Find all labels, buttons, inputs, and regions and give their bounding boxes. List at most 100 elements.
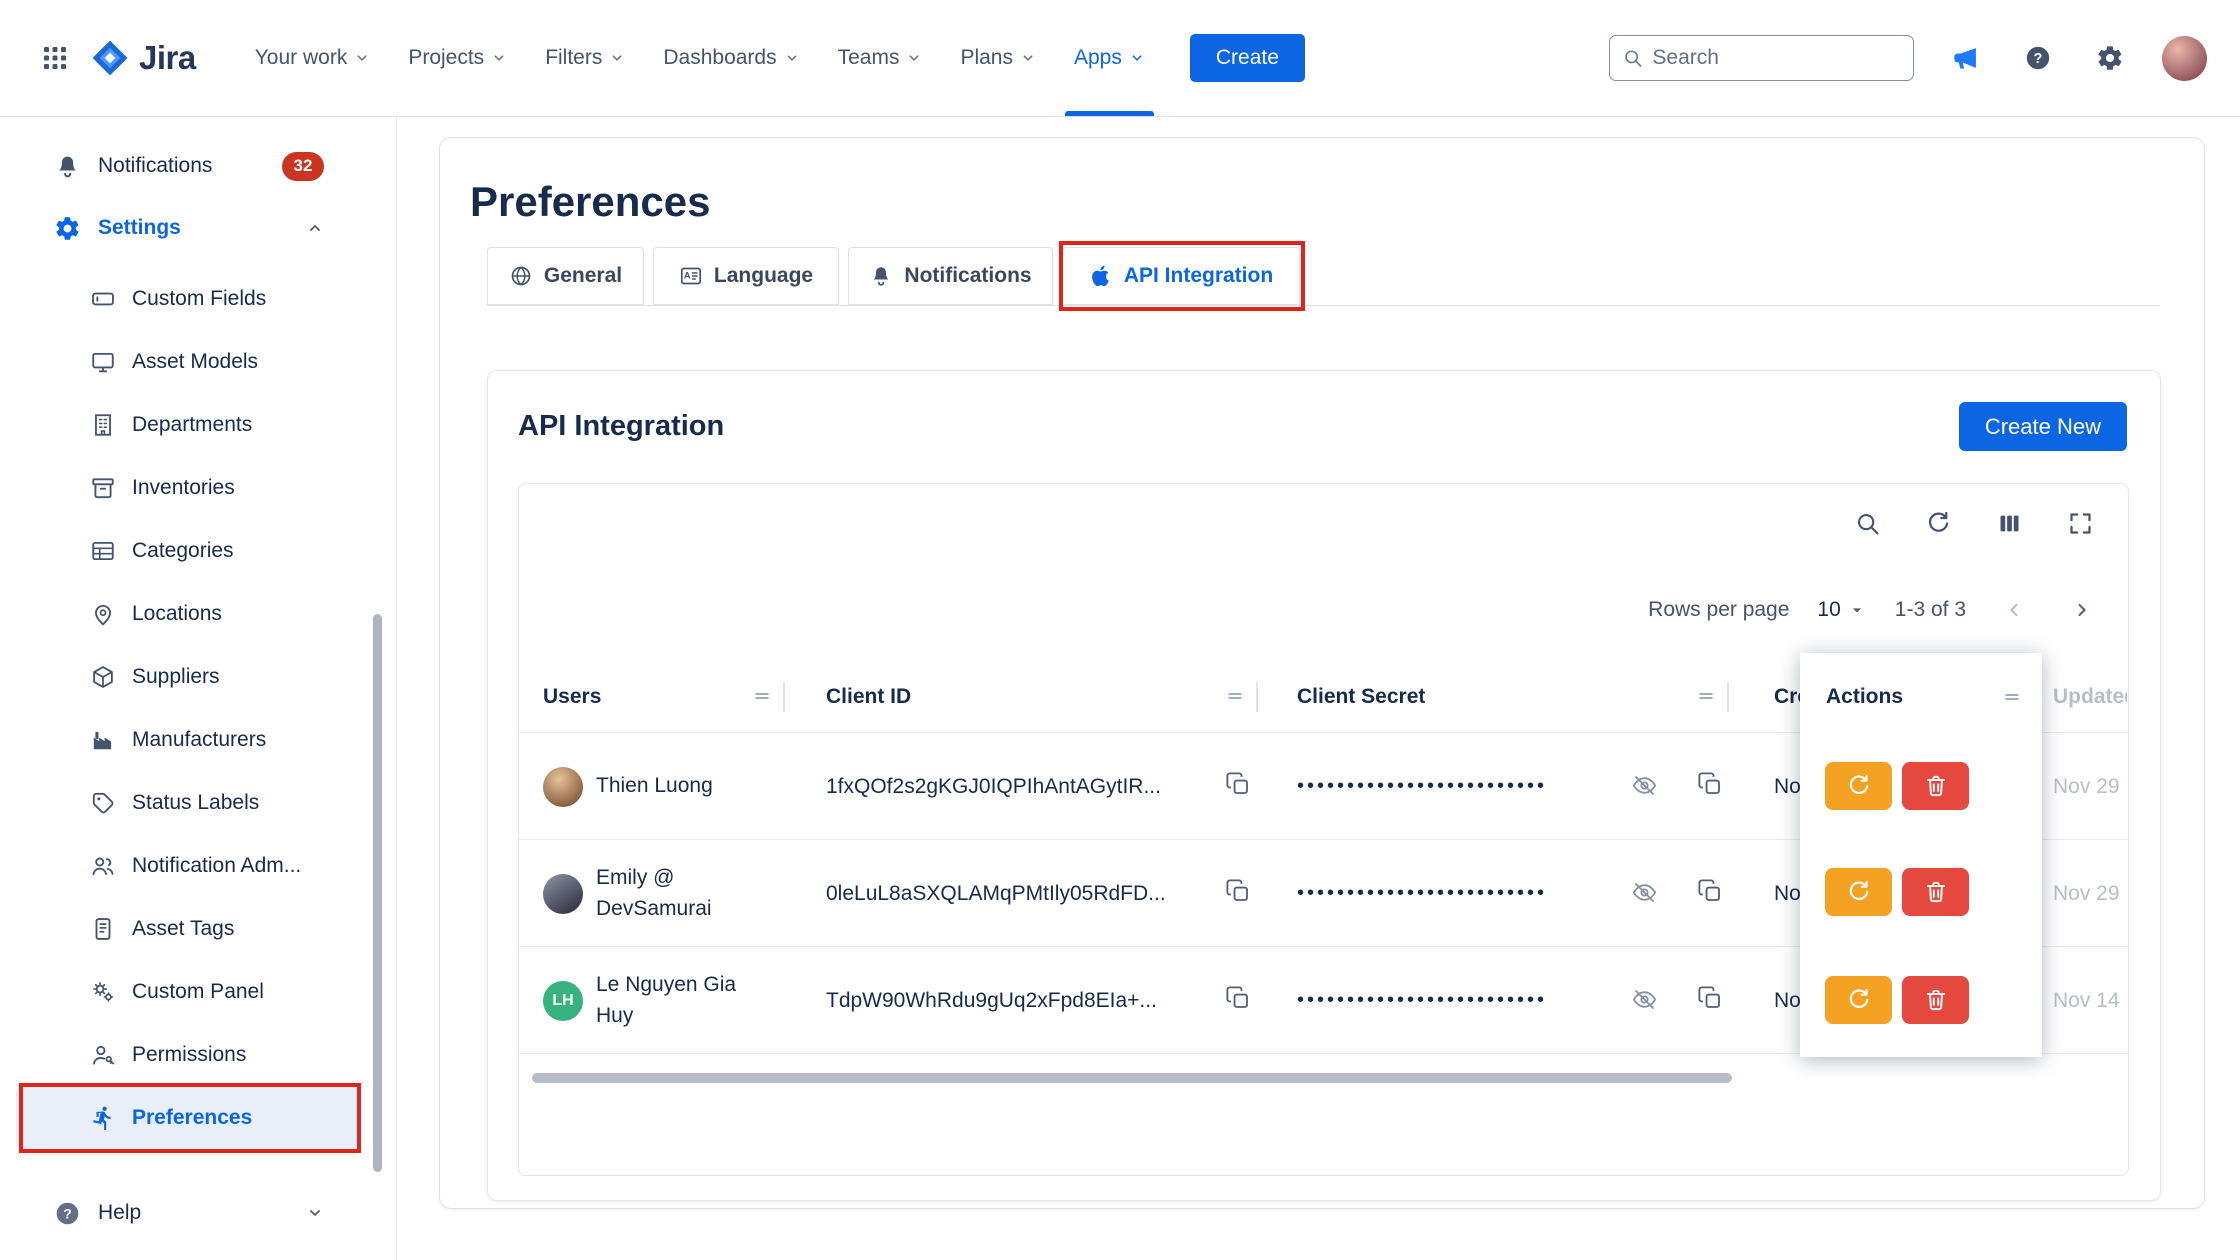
tab-language[interactable]: Language (653, 247, 839, 305)
column-separator[interactable] (1727, 682, 1729, 712)
sidebar-item-asset-models[interactable]: Asset Models (16, 330, 360, 393)
regenerate-token-button[interactable] (1825, 762, 1892, 810)
user-avatar (543, 767, 583, 807)
nav-projects[interactable]: Projects (389, 0, 526, 116)
copy-client-secret-button[interactable] (1697, 878, 1723, 904)
created-cell: Nov (1774, 840, 1802, 947)
sidebar-item-notifications[interactable]: Notifications 32 (0, 135, 396, 197)
column-header-client-id[interactable]: Client ID (826, 660, 911, 733)
sidebar-item-inventories[interactable]: Inventories (16, 456, 360, 519)
chevron-left-icon (2003, 599, 2025, 621)
map-pin-icon (90, 601, 116, 627)
copy-client-secret-button[interactable] (1697, 771, 1723, 797)
row-actions (1825, 976, 1969, 1024)
sidebar-item-status-labels[interactable]: Status Labels (16, 771, 360, 834)
sidebar-item-categories[interactable]: Categories (16, 519, 360, 582)
announcements-button[interactable] (1946, 38, 1986, 78)
delete-token-button[interactable] (1902, 868, 1969, 916)
search-input[interactable] (1652, 46, 1901, 70)
jira-logo[interactable]: Jira (91, 39, 196, 77)
nav-dashboards[interactable]: Dashboards (644, 0, 818, 116)
nav-filters[interactable]: Filters (526, 0, 644, 116)
chevron-down-icon (354, 50, 370, 66)
profile-avatar[interactable] (2162, 36, 2207, 81)
regenerate-token-button[interactable] (1825, 976, 1892, 1024)
row-actions (1825, 762, 1969, 810)
sidebar-item-manufacturers[interactable]: Manufacturers (16, 708, 360, 771)
copy-icon (1697, 878, 1723, 904)
gears-icon (90, 979, 116, 1005)
sidebar-scrollbar[interactable] (373, 614, 382, 1172)
sidebar-item-preferences[interactable]: Preferences (16, 1086, 360, 1149)
column-drag-handle-icon[interactable] (1696, 686, 1716, 706)
create-button[interactable]: Create (1190, 34, 1305, 82)
nav-apps[interactable]: Apps (1055, 0, 1164, 116)
column-drag-handle-icon[interactable] (752, 686, 772, 706)
sidebar-item-permissions[interactable]: Permissions (16, 1023, 360, 1086)
row-actions (1825, 868, 1969, 916)
sidebar-item-suppliers[interactable]: Suppliers (16, 645, 360, 708)
updated-cell: Nov 29 (2053, 733, 2127, 840)
app-grid-icon (40, 43, 70, 73)
nav-teams[interactable]: Teams (819, 0, 942, 116)
copy-client-secret-button[interactable] (1697, 985, 1723, 1011)
table-horizontal-scrollbar[interactable] (532, 1073, 1732, 1083)
globe-icon (509, 264, 533, 288)
column-header-created[interactable]: Created (1774, 660, 1802, 733)
column-separator[interactable] (783, 682, 785, 712)
toggle-secret-visibility-button[interactable] (1631, 879, 1658, 906)
nav-plans[interactable]: Plans (941, 0, 1055, 116)
delete-token-button[interactable] (1902, 976, 1969, 1024)
copy-client-id-button[interactable] (1225, 878, 1251, 904)
page-title: Preferences (470, 178, 711, 226)
table-columns-button[interactable] (1992, 506, 2026, 540)
tab-api-integration[interactable]: API Integration (1062, 247, 1300, 305)
column-separator[interactable] (1256, 682, 1258, 712)
table-fullscreen-button[interactable] (2063, 506, 2097, 540)
caret-down-icon (1847, 600, 1867, 620)
section-title: API Integration (518, 410, 724, 443)
column-drag-handle-icon[interactable] (1225, 686, 1245, 706)
sidebar-item-departments[interactable]: Departments (16, 393, 360, 456)
runner-icon (90, 1105, 116, 1131)
toggle-secret-visibility-button[interactable] (1631, 986, 1658, 1013)
sidebar-item-locations[interactable]: Locations (16, 582, 360, 645)
create-new-button[interactable]: Create New (1959, 402, 2127, 451)
sidebar-item-custom-panel[interactable]: Custom Panel (16, 960, 360, 1023)
copy-client-id-button[interactable] (1225, 771, 1251, 797)
sidebar-item-notification-admins[interactable]: Notification Adm... (16, 834, 360, 897)
sidebar-item-custom-fields[interactable]: Custom Fields (16, 267, 360, 330)
primary-nav: Your work Projects Filters Dashboards Te… (236, 0, 1164, 116)
sidebar-item-asset-tags[interactable]: Asset Tags (16, 897, 360, 960)
table-refresh-button[interactable] (1921, 506, 1955, 540)
sidebar-item-settings[interactable]: Settings (0, 197, 396, 259)
building-icon (90, 412, 116, 438)
user-avatar (543, 874, 583, 914)
help-button[interactable] (2018, 38, 2058, 78)
jira-logo-text: Jira (139, 39, 196, 77)
previous-page-button[interactable] (1994, 590, 2034, 630)
app-switcher-button[interactable] (33, 36, 77, 80)
rows-per-page-select[interactable]: 10 (1817, 598, 1866, 622)
section-header: API Integration Create New (518, 402, 2127, 451)
tab-general[interactable]: General (487, 247, 644, 305)
next-page-button[interactable] (2062, 590, 2102, 630)
updated-cell: Nov 14 (2053, 947, 2127, 1054)
column-header-users[interactable]: Users (543, 660, 601, 733)
column-header-client-secret[interactable]: Client Secret (1297, 660, 1425, 733)
nav-your-work[interactable]: Your work (236, 0, 390, 116)
sidebar-item-help[interactable]: Help (0, 1182, 396, 1244)
delete-token-button[interactable] (1902, 762, 1969, 810)
toggle-secret-visibility-button[interactable] (1631, 772, 1658, 799)
user-name: Le Nguyen Gia Huy (596, 970, 756, 1031)
created-cell: Nov (1774, 947, 1802, 1054)
regenerate-token-button[interactable] (1825, 868, 1892, 916)
actions-pinned-column: Actions (1800, 653, 2042, 1057)
copy-client-id-button[interactable] (1225, 985, 1251, 1011)
table-search-button[interactable] (1850, 506, 1884, 540)
tab-notifications[interactable]: Notifications (848, 247, 1053, 305)
settings-button[interactable] (2090, 38, 2130, 78)
column-drag-handle-icon[interactable] (2002, 687, 2022, 707)
tag-icon (90, 790, 116, 816)
preferences-tabs: General Language Notifications API Integ… (487, 247, 2159, 306)
